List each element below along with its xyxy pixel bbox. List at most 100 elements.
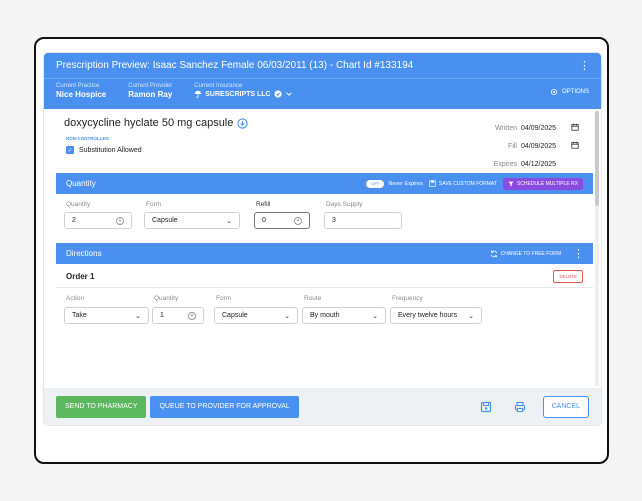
change-free-form-label: CHANGE TO FREE FORM <box>500 250 561 257</box>
gear-icon <box>550 88 558 96</box>
save-custom-label: SAVE CUSTOM FORMAT <box>438 180 497 187</box>
delete-order-button[interactable]: DELETE <box>553 270 583 283</box>
drug-name: doxycycline hyclate 50 mg capsule <box>64 117 249 129</box>
expires-value: 04/12/2025 <box>521 160 557 168</box>
refill-stepper[interactable]: 0 ▲ <box>254 212 310 229</box>
funnel-icon <box>508 181 514 186</box>
prescription-modal: Prescription Preview: Isaac Sanchez Fema… <box>44 53 601 425</box>
options-button[interactable]: OPTIONS <box>550 88 589 96</box>
order-form-value: Capsule <box>222 312 248 319</box>
order-form-select[interactable]: Capsule ⌄ <box>214 307 298 324</box>
order-form-label: Form <box>216 295 232 302</box>
umbrella-icon <box>195 90 202 98</box>
spinner-icon[interactable]: ▲ <box>116 216 124 225</box>
download-circle-icon[interactable] <box>237 117 249 129</box>
drug-name-text: doxycycline hyclate 50 mg capsule <box>64 117 234 129</box>
quantity-label: Quantity <box>66 201 91 208</box>
save-icon[interactable] <box>475 396 497 418</box>
never-expires-toggle[interactable]: OFF <box>366 179 385 188</box>
verified-check-icon <box>274 90 282 98</box>
send-to-pharmacy-button[interactable]: SEND TO PHARMACY <box>56 395 147 418</box>
quantity-section-title: Quantity <box>66 179 96 188</box>
quantity-stepper[interactable]: 2 ▲ <box>64 212 132 229</box>
options-label: OPTIONS <box>561 89 589 95</box>
insurance-label: Current Insurance <box>194 83 243 89</box>
form-value: Capsule <box>152 217 178 224</box>
substitution-label: Substitution Allowed <box>79 146 142 154</box>
order-quantity-stepper[interactable]: 1 ▲ <box>152 307 204 324</box>
insurance-value: SURESCRIPTS LLC <box>205 90 271 98</box>
provider-value: Ramon Ray <box>128 90 173 99</box>
provider-label: Current Provider <box>128 83 173 89</box>
schedule-multiple-rx-button[interactable]: SCHEDULE MULTIPLE RX <box>502 177 583 190</box>
order-quantity-label: Quantity <box>154 295 179 302</box>
refill-value: 0 <box>262 217 266 224</box>
checkbox-checked-icon[interactable]: ✓ <box>66 146 74 154</box>
action-label: Action <box>66 295 85 302</box>
written-label: Written <box>494 124 517 132</box>
written-date-row[interactable]: Written 04/09/2025 <box>491 119 579 137</box>
route-value: By mouth <box>310 312 340 319</box>
action-select[interactable]: Take ⌄ <box>64 307 149 324</box>
cancel-button[interactable]: CANCEL <box>542 395 589 418</box>
directions-section-header: Directions CHANGE TO FREE FORM ⋮ <box>56 243 593 264</box>
action-value: Take <box>72 312 87 319</box>
route-label: Route <box>304 295 322 302</box>
modal-footer: SEND TO PHARMACY QUEUE TO PROVIDER FOR A… <box>44 388 601 425</box>
substitution-checkbox[interactable]: ✓ Substitution Allowed <box>66 146 142 154</box>
modal-body: doxycycline hyclate 50 mg capsule NON-CO… <box>44 109 593 388</box>
spinner-icon[interactable]: ▲ <box>188 311 196 320</box>
spinner-icon[interactable]: ▲ <box>294 216 302 225</box>
calendar-icon[interactable] <box>569 123 579 133</box>
form-select[interactable]: Capsule ⌄ <box>144 212 240 229</box>
schedule-label: SCHEDULE MULTIPLE RX <box>516 180 578 187</box>
current-insurance[interactable]: Current Insurance SURESCRIPTS LLC <box>194 83 292 98</box>
days-supply-input[interactable]: 3 <box>324 212 402 229</box>
quantity-value: 2 <box>72 217 76 224</box>
calendar-icon[interactable] <box>569 141 579 151</box>
order-title: Order 1 <box>66 272 95 281</box>
order-quantity-value: 1 <box>160 312 164 319</box>
chevron-down-icon: ⌄ <box>226 217 232 225</box>
directions-menu-icon[interactable]: ⋮ <box>573 247 584 260</box>
scrollbar-thumb[interactable] <box>595 111 599 206</box>
chevron-down-icon: ⌄ <box>284 312 290 320</box>
quantity-section-header: Quantity OFF Never Expires SAVE CUSTOM F… <box>56 173 593 194</box>
chevron-down-icon: ⌄ <box>468 312 474 320</box>
header-menu-icon[interactable]: ⋮ <box>579 59 590 72</box>
current-provider: Current Provider Ramon Ray <box>128 83 172 99</box>
print-icon[interactable] <box>509 396 531 418</box>
change-to-free-form-button[interactable]: CHANGE TO FREE FORM <box>490 250 561 258</box>
route-select[interactable]: By mouth ⌄ <box>302 307 386 324</box>
queue-to-provider-button[interactable]: QUEUE TO PROVIDER FOR APPROVAL <box>150 395 299 418</box>
frequency-select[interactable]: Every twelve hours ⌄ <box>390 307 482 324</box>
chevron-down-icon[interactable] <box>285 90 293 98</box>
directions-section-title: Directions <box>66 249 102 258</box>
chevron-down-icon: ⌄ <box>135 312 141 320</box>
expires-date-row: Expires 04/12/2025 <box>491 155 579 173</box>
written-value[interactable]: 04/09/2025 <box>521 125 569 132</box>
frequency-value: Every twelve hours <box>398 312 458 319</box>
fill-value[interactable]: 04/09/2025 <box>521 143 569 150</box>
refresh-icon <box>490 250 497 257</box>
expires-label: Expires <box>493 160 517 168</box>
order-divider <box>56 287 593 288</box>
device-frame: Prescription Preview: Isaac Sanchez Fema… <box>34 37 609 464</box>
never-expires-label: Never Expires <box>388 180 423 187</box>
days-supply-value: 3 <box>332 217 336 224</box>
current-practice: Current Practice Nice Hospice <box>56 83 106 99</box>
practice-label: Current Practice <box>56 83 100 89</box>
control-status: NON-CONTROLLED <box>66 136 109 141</box>
insurance-row: SURESCRIPTS LLC <box>194 90 292 98</box>
scrollbar[interactable] <box>595 111 599 386</box>
frequency-label: Frequency <box>392 295 423 302</box>
save-custom-format-button[interactable]: SAVE CUSTOM FORMAT <box>429 180 497 187</box>
fill-label: Fill <box>508 142 517 150</box>
patient-context-bar: Current Practice Nice Hospice Current Pr… <box>44 78 601 109</box>
save-icon <box>429 180 436 187</box>
modal-title: Prescription Preview: Isaac Sanchez Fema… <box>56 60 414 71</box>
chevron-down-icon: ⌄ <box>372 312 378 320</box>
fill-date-row[interactable]: Fill 04/09/2025 <box>491 137 579 155</box>
practice-value: Nice Hospice <box>56 90 107 99</box>
days-supply-label: Days Supply <box>326 201 363 208</box>
